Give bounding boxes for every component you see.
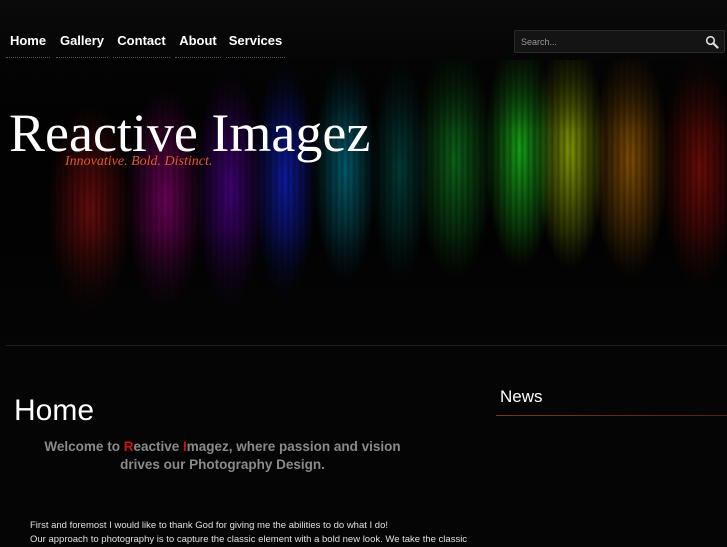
nav-services[interactable]: Services (226, 31, 285, 58)
search-box (514, 30, 725, 53)
top-navigation-bar: Home Gallery Contact About Services (0, 0, 727, 60)
nav-contact[interactable]: Contact (113, 31, 170, 58)
news-heading: News (500, 387, 543, 406)
nav-about[interactable]: About (175, 31, 221, 58)
intro-line-1: First and foremost I would like to thank… (30, 520, 389, 531)
news-divider (496, 415, 727, 416)
site-tagline: Innovative. Bold. Distinct. (65, 154, 213, 169)
welcome-word2: magez, where passion and vision (186, 439, 401, 454)
header-banner: Reactive Imagez Innovative. Bold. Distin… (0, 60, 727, 345)
intro-paragraph: First and foremost I would like to thank… (30, 519, 467, 547)
nav-home[interactable]: Home (6, 31, 50, 58)
welcome-prefix: Welcome to (44, 439, 124, 454)
welcome-highlight-r: R (123, 439, 134, 454)
welcome-line2: drives our Photography Design. (120, 457, 325, 472)
search-input[interactable] (521, 34, 701, 49)
divider (6, 345, 727, 346)
welcome-word1: eactive (133, 439, 183, 454)
page-title: Home (14, 394, 95, 428)
welcome-heading: Welcome to Reactive Imagez, where passio… (30, 438, 415, 474)
search-icon[interactable] (705, 35, 719, 49)
nav-gallery[interactable]: Gallery (56, 31, 108, 58)
